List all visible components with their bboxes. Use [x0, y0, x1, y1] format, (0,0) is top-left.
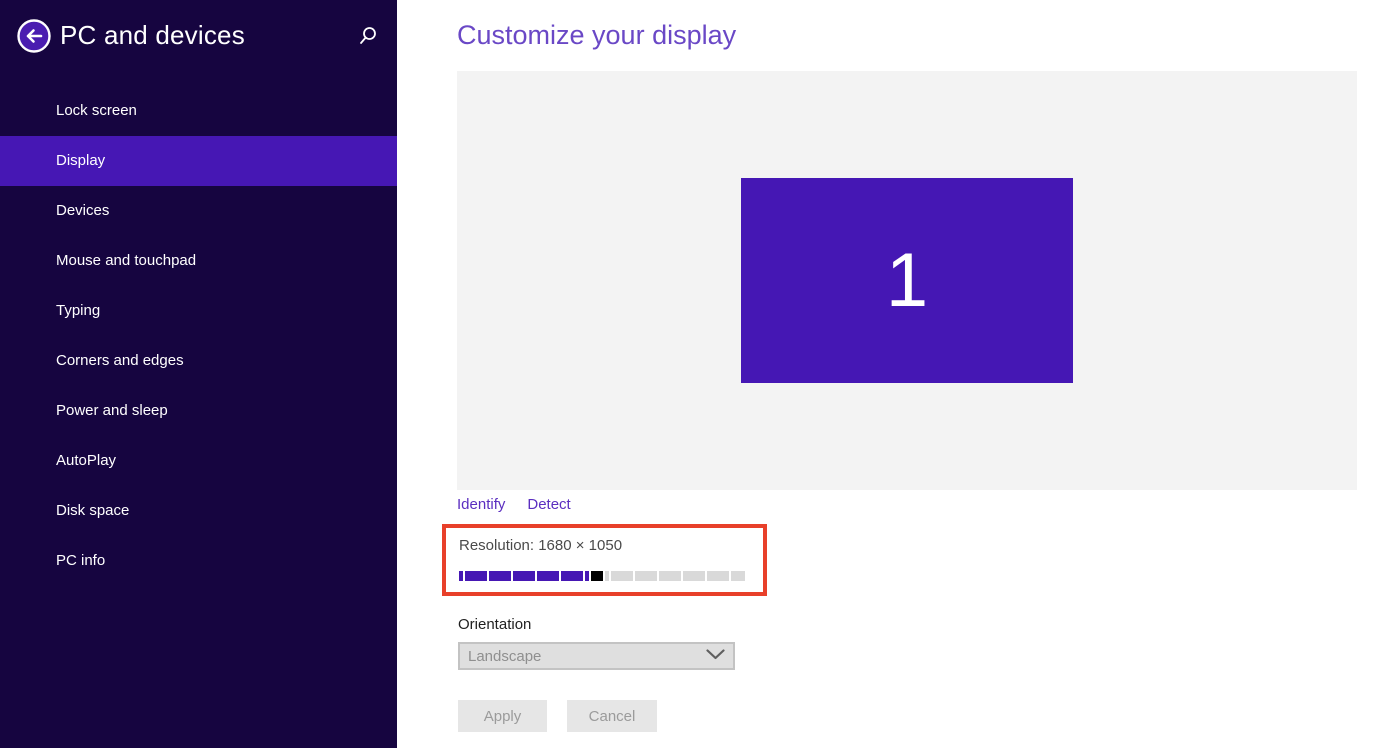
slider-segment — [465, 571, 487, 581]
annotation-highlight-box — [442, 524, 767, 596]
pc-settings-window: PC and devices Lock screen Display Devic… — [0, 0, 1379, 748]
sidebar-item-mouse-and-touchpad[interactable]: Mouse and touchpad — [0, 236, 397, 286]
cancel-button[interactable]: Cancel — [567, 700, 657, 732]
orientation-label: Orientation — [458, 616, 531, 633]
orientation-selected-value: Landscape — [468, 648, 541, 665]
page-breadcrumb-title: PC and devices — [60, 20, 245, 51]
display-preview-area: 1 — [457, 71, 1357, 490]
sidebar-item-power-and-sleep[interactable]: Power and sleep — [0, 386, 397, 436]
slider-segment — [537, 571, 559, 581]
slider-segment — [611, 571, 633, 581]
resolution-slider[interactable] — [459, 571, 745, 581]
sidebar-item-disk-space[interactable]: Disk space — [0, 486, 397, 536]
slider-segment — [459, 571, 463, 581]
orientation-dropdown[interactable]: Landscape — [458, 642, 735, 670]
slider-segment — [707, 571, 729, 581]
apply-button[interactable]: Apply — [458, 700, 547, 732]
display-links-row: Identify Detect — [457, 496, 571, 513]
sidebar-item-corners-and-edges[interactable]: Corners and edges — [0, 336, 397, 386]
slider-segment — [731, 571, 745, 581]
resolution-label: Resolution: 1680 × 1050 — [459, 537, 622, 554]
search-button[interactable] — [357, 25, 379, 47]
sidebar: PC and devices Lock screen Display Devic… — [0, 0, 397, 748]
search-icon — [357, 34, 379, 51]
chevron-down-icon — [706, 647, 725, 665]
slider-segment — [659, 571, 681, 581]
sidebar-header: PC and devices — [0, 0, 397, 72]
sidebar-item-typing[interactable]: Typing — [0, 286, 397, 336]
sidebar-item-pc-info[interactable]: PC info — [0, 536, 397, 586]
sidebar-item-autoplay[interactable]: AutoPlay — [0, 436, 397, 486]
detect-link[interactable]: Detect — [527, 496, 570, 513]
sidebar-item-lock-screen[interactable]: Lock screen — [0, 86, 397, 136]
back-arrow-icon — [17, 40, 51, 57]
back-button[interactable] — [17, 19, 51, 53]
sidebar-item-devices[interactable]: Devices — [0, 186, 397, 236]
slider-segment — [683, 571, 705, 581]
slider-segment — [605, 571, 609, 581]
slider-segment — [489, 571, 511, 581]
sidebar-nav: Lock screen Display Devices Mouse and to… — [0, 86, 397, 586]
monitor-number-label: 1 — [886, 237, 928, 324]
slider-segment — [585, 571, 589, 581]
slider-segment — [635, 571, 657, 581]
monitor-1-tile[interactable]: 1 — [741, 178, 1073, 383]
page-title: Customize your display — [457, 20, 736, 51]
identify-link[interactable]: Identify — [457, 496, 505, 513]
slider-segment — [513, 571, 535, 581]
slider-segment — [561, 571, 583, 581]
sidebar-item-display[interactable]: Display — [0, 136, 397, 186]
slider-thumb[interactable] — [591, 571, 603, 581]
